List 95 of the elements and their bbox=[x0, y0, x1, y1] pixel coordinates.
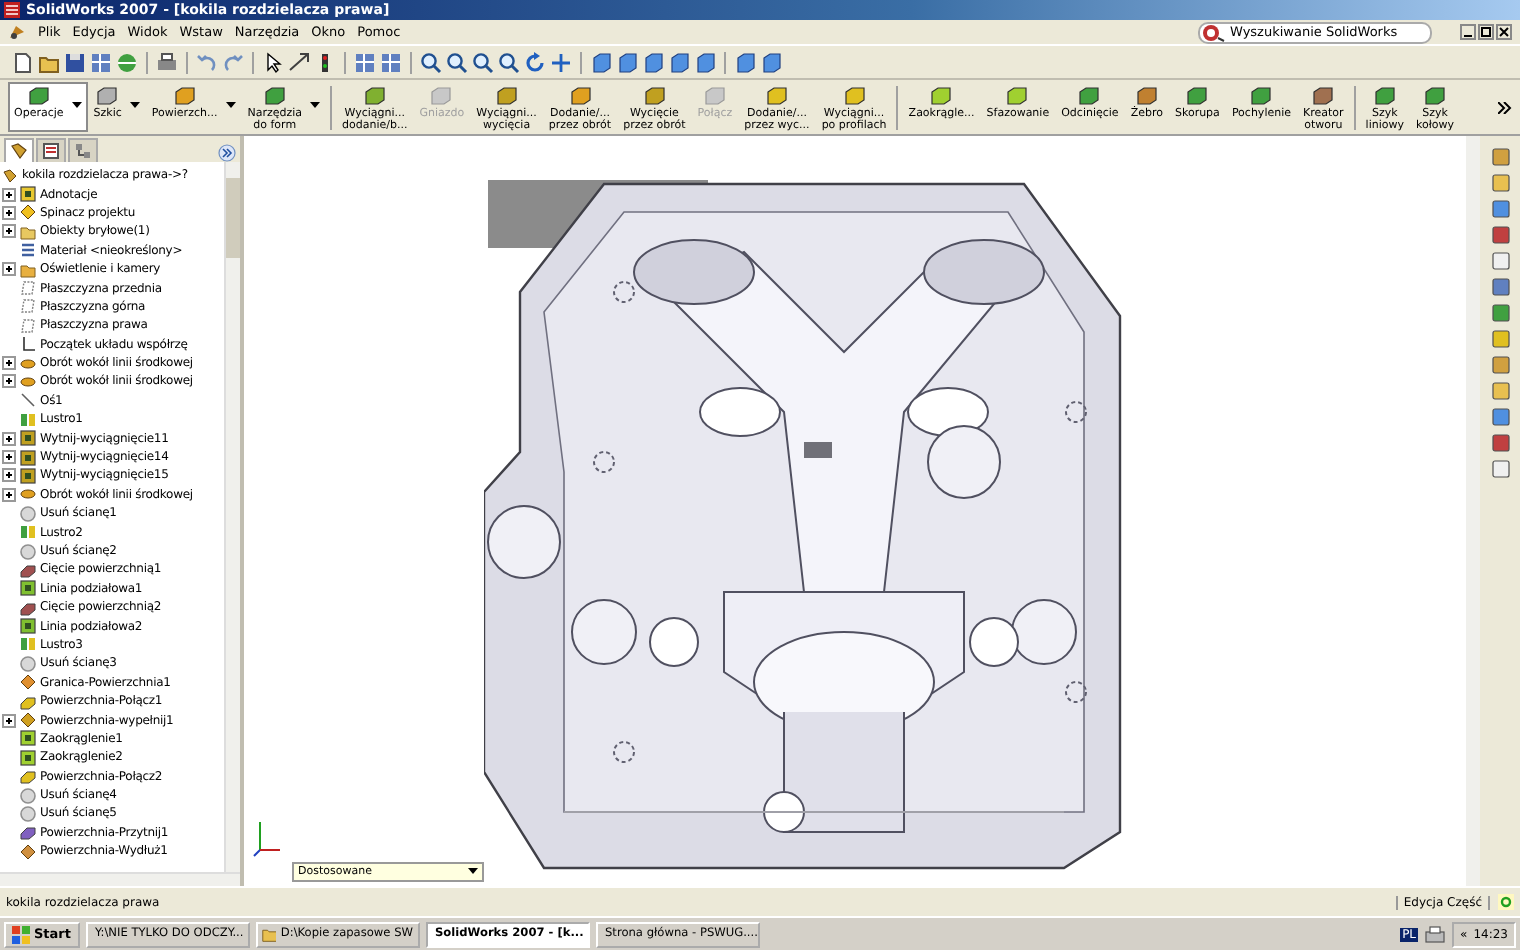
annotation-icon bbox=[20, 186, 36, 203]
folder-icon bbox=[20, 223, 36, 240]
app-menu-icon[interactable] bbox=[8, 23, 26, 41]
mirror-icon bbox=[20, 411, 36, 428]
trim-surface-icon bbox=[20, 824, 36, 841]
boundary-surface-icon bbox=[20, 674, 36, 691]
mirror-icon bbox=[20, 636, 36, 653]
surface-cut-icon bbox=[20, 561, 36, 578]
caret-icon bbox=[225, 102, 236, 110]
extend-surface-icon bbox=[20, 843, 36, 860]
app-logo-icon bbox=[4, 2, 20, 18]
magnifier-icon[interactable] bbox=[446, 51, 468, 73]
feature-icon bbox=[495, 86, 518, 106]
expand-icon[interactable] bbox=[2, 374, 16, 389]
feature-icon bbox=[643, 86, 666, 106]
feature-tree-icon bbox=[10, 142, 28, 160]
feature-icon bbox=[1250, 86, 1273, 106]
feature-icon bbox=[430, 86, 453, 106]
feature-icon bbox=[1373, 86, 1396, 106]
expand-icon[interactable] bbox=[2, 187, 16, 202]
expand-panel-icon[interactable] bbox=[218, 144, 236, 162]
expand-icon[interactable] bbox=[2, 713, 16, 728]
feature-icon bbox=[27, 86, 50, 106]
folder-icon[interactable] bbox=[38, 51, 60, 73]
floppy-icon[interactable] bbox=[64, 51, 86, 73]
help-icon[interactable] bbox=[1498, 894, 1514, 910]
rotate-icon[interactable] bbox=[524, 51, 546, 73]
expand-icon[interactable] bbox=[2, 487, 16, 502]
expand-icon[interactable] bbox=[2, 224, 16, 239]
expand-icon[interactable] bbox=[2, 262, 16, 277]
feature-icon bbox=[1006, 86, 1029, 106]
redo-icon[interactable] bbox=[222, 51, 244, 73]
delete-face-icon bbox=[20, 655, 36, 672]
delete-face-icon bbox=[20, 505, 36, 522]
close-icon[interactable] bbox=[1496, 24, 1512, 40]
feature-icon bbox=[843, 86, 866, 106]
feature-icon bbox=[363, 86, 386, 106]
fill-surface-icon bbox=[20, 712, 36, 729]
delete-face-icon bbox=[20, 543, 36, 559]
panel-tab[interactable] bbox=[4, 138, 34, 162]
restore-icon[interactable] bbox=[1478, 24, 1494, 40]
configuration-icon bbox=[74, 142, 92, 160]
feature-icon bbox=[96, 86, 119, 106]
printer-icon[interactable] bbox=[156, 51, 178, 73]
minimize-icon[interactable] bbox=[1460, 24, 1476, 40]
magnifier-icon[interactable] bbox=[472, 51, 494, 73]
printer-icon[interactable] bbox=[1424, 925, 1447, 943]
feature-icon bbox=[1135, 86, 1158, 106]
feature-icon bbox=[569, 86, 591, 106]
feature-icon bbox=[1078, 86, 1101, 106]
feature-icon bbox=[1424, 86, 1447, 106]
magnifier-icon[interactable] bbox=[420, 51, 442, 73]
more-chevron-icon[interactable] bbox=[1498, 101, 1512, 113]
caret-icon bbox=[129, 102, 140, 110]
part-icon bbox=[2, 167, 18, 184]
mirror-icon bbox=[20, 524, 36, 541]
knit-surface-icon bbox=[20, 693, 36, 710]
undo-icon[interactable] bbox=[196, 51, 218, 73]
feature-icon bbox=[765, 86, 788, 106]
caret-icon bbox=[468, 868, 478, 876]
scrollbar[interactable] bbox=[1466, 136, 1480, 886]
diamond-icon bbox=[20, 204, 36, 221]
feature-icon bbox=[930, 86, 953, 106]
stripes-icon bbox=[20, 242, 36, 259]
expand-icon[interactable] bbox=[2, 450, 16, 465]
feature-icon bbox=[1186, 86, 1209, 106]
scrollbar[interactable] bbox=[224, 162, 240, 872]
expand-icon[interactable] bbox=[2, 205, 16, 220]
knit-surface-icon bbox=[20, 768, 36, 785]
folder-icon bbox=[261, 925, 277, 943]
expand-icon[interactable] bbox=[2, 431, 16, 446]
feature-icon bbox=[263, 86, 286, 106]
panel-tab[interactable] bbox=[36, 138, 66, 162]
windows-flag-icon bbox=[12, 925, 30, 943]
horizontal-scrollbar[interactable] bbox=[0, 872, 240, 886]
panel-tab[interactable] bbox=[68, 138, 98, 162]
split-line-icon bbox=[20, 580, 36, 597]
caret-icon bbox=[310, 102, 321, 110]
properties-icon bbox=[42, 142, 60, 160]
pan-icon[interactable] bbox=[550, 51, 572, 73]
expand-icon[interactable] bbox=[2, 468, 16, 483]
axis-icon bbox=[20, 392, 36, 409]
magnifier-icon[interactable] bbox=[498, 51, 520, 73]
origin-icon bbox=[20, 336, 36, 353]
surface-cut-icon bbox=[20, 599, 36, 616]
cursor-icon[interactable] bbox=[262, 51, 284, 73]
caret-icon bbox=[71, 102, 82, 110]
expand-icon[interactable] bbox=[2, 356, 16, 371]
split-line-icon bbox=[20, 618, 36, 635]
folder-icon[interactable] bbox=[1491, 174, 1509, 192]
feature-icon bbox=[703, 86, 726, 106]
lights-folder-icon bbox=[20, 261, 36, 278]
feature-icon bbox=[173, 86, 196, 106]
feature-icon bbox=[1312, 86, 1335, 106]
revolve-icon bbox=[20, 486, 36, 503]
